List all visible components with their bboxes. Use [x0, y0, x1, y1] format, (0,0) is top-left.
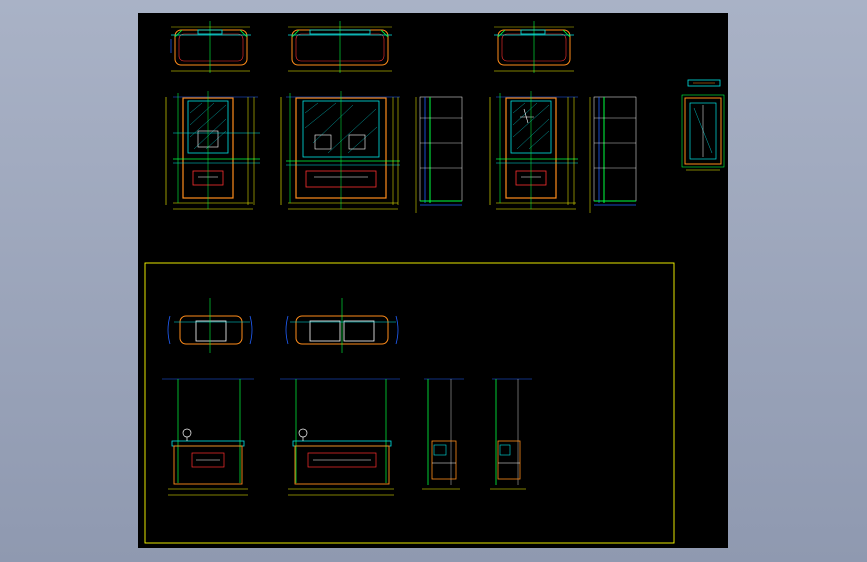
vanity-elevation-1[interactable]	[162, 378, 254, 496]
elevation-2[interactable]	[280, 91, 400, 210]
elevation-1[interactable]	[165, 91, 260, 210]
vanity-section-2[interactable]	[490, 378, 532, 490]
section-2[interactable]	[589, 96, 637, 213]
elevation-3[interactable]	[489, 91, 578, 210]
section-1[interactable]	[415, 96, 463, 213]
plan-view-1[interactable]	[170, 21, 251, 73]
detail-window[interactable]	[681, 79, 725, 171]
vanity-elevation-2[interactable]	[280, 378, 400, 496]
vanity-plan-2[interactable]	[285, 298, 399, 353]
vanity-plan-1[interactable]	[167, 298, 253, 353]
vanity-section-1[interactable]	[422, 378, 464, 490]
cad-model-space[interactable]	[138, 13, 728, 548]
layout-frame[interactable]	[144, 262, 675, 544]
cad-drawing[interactable]	[138, 13, 728, 548]
plan-view-3[interactable]	[494, 21, 574, 73]
plan-view-2[interactable]	[288, 21, 392, 73]
